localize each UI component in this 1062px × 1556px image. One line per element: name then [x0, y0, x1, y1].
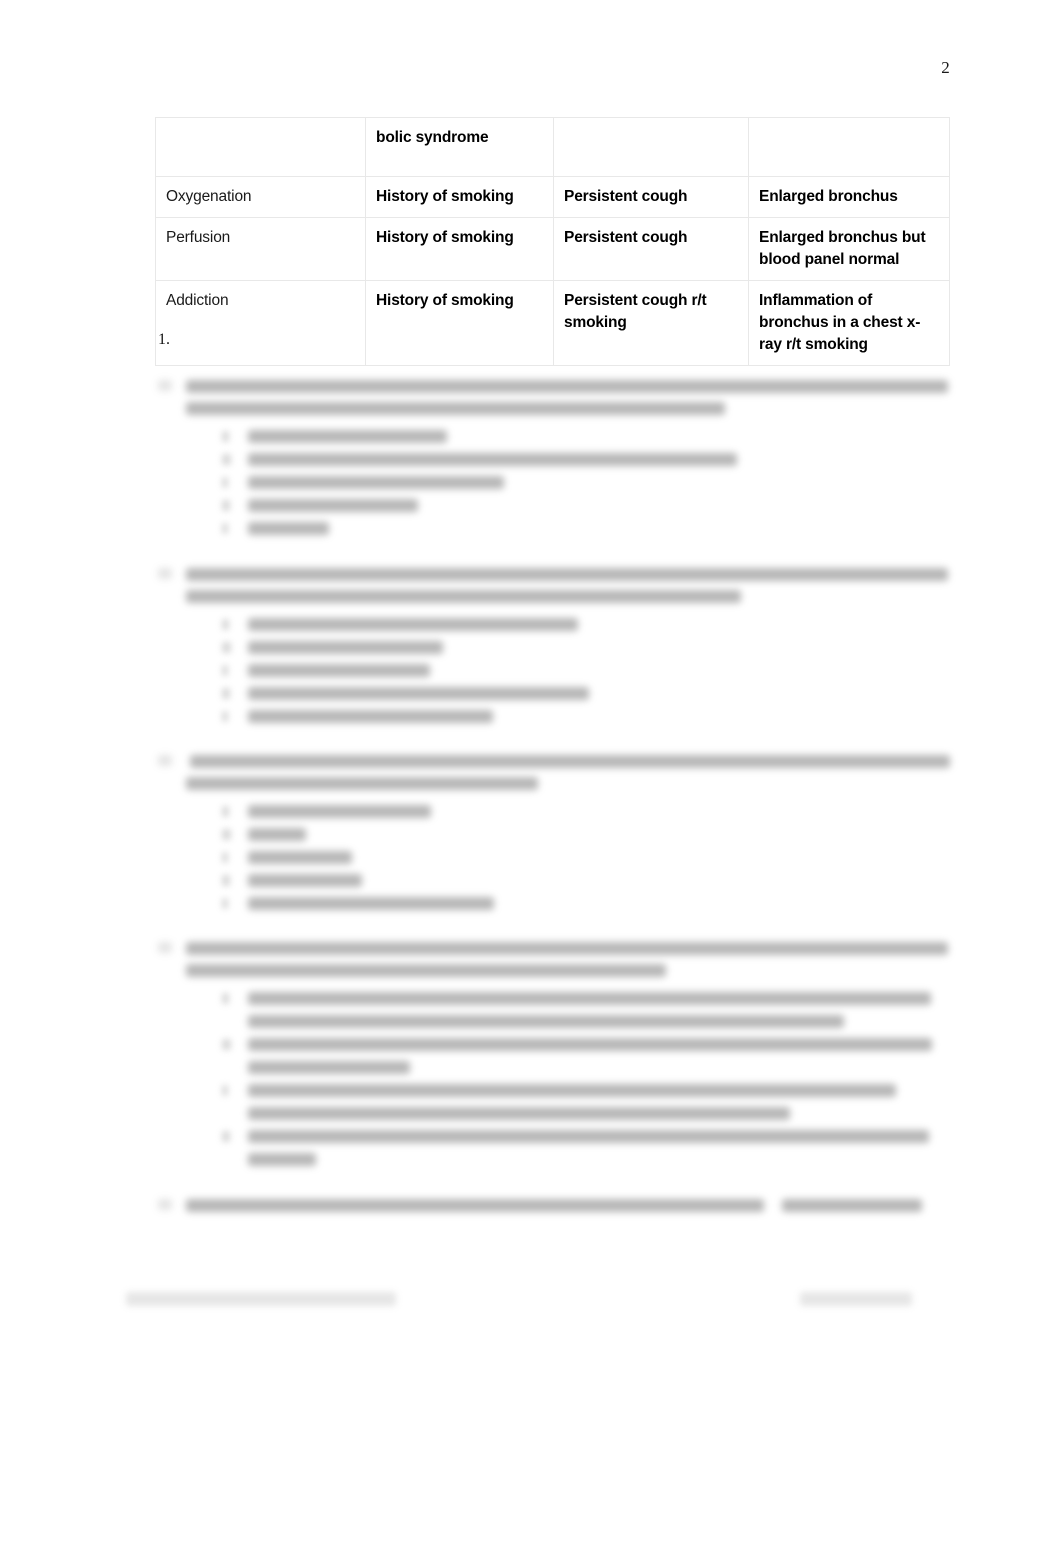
redacted-list-marker — [222, 1039, 231, 1050]
table-row: Addiction History of smoking Persistent … — [155, 280, 950, 366]
redacted-list-marker — [222, 619, 229, 630]
redacted-question-line — [782, 1199, 922, 1212]
document-page: 2 bolic syndrome Oxygenation History of … — [0, 0, 1062, 1556]
redacted-answer-line — [248, 1107, 790, 1120]
redacted-list-marker — [222, 431, 229, 442]
redacted-list-marker — [222, 642, 231, 653]
redacted-answer-line — [248, 687, 589, 700]
table-cell-concept: Perfusion — [155, 217, 366, 281]
redacted-answer-line — [248, 430, 447, 443]
redacted-answer-line — [248, 897, 494, 910]
redacted-list-marker — [222, 806, 229, 817]
redacted-list-marker — [222, 898, 228, 909]
page-number: 2 — [941, 58, 950, 77]
redacted-question-line — [186, 964, 666, 977]
redacted-question-line — [158, 942, 172, 953]
redacted-footer-text — [126, 1292, 396, 1306]
redacted-answer-line — [248, 1084, 896, 1097]
table-cell-concept: Oxygenation — [155, 176, 366, 218]
list-marker: 1. — [158, 331, 170, 348]
redacted-list-marker — [222, 993, 229, 1004]
redacted-question-line — [186, 942, 948, 955]
table-cell-finding — [748, 117, 950, 177]
redacted-answer-line — [248, 874, 362, 887]
table-cell-finding: Enlarged bronchus but blood panel normal — [748, 217, 950, 281]
table-body: bolic syndrome Oxygenation History of sm… — [155, 117, 950, 366]
clinical-concepts-table-wrapper: bolic syndrome Oxygenation History of sm… — [155, 117, 950, 366]
redacted-list-marker — [222, 500, 230, 511]
redacted-footer-text — [800, 1292, 912, 1306]
table-cell-symptom: Persistent cough — [553, 176, 749, 218]
redacted-list-marker — [222, 1085, 228, 1096]
redacted-answer-line — [248, 1130, 929, 1143]
redacted-question-line — [186, 568, 948, 581]
table-row: bolic syndrome — [155, 117, 950, 177]
redacted-question-line — [186, 402, 725, 415]
table-cell-symptom — [553, 117, 749, 177]
redacted-answer-line — [248, 1061, 410, 1074]
redacted-answer-line — [248, 1153, 316, 1166]
table-cell-history: bolic syndrome — [365, 117, 554, 177]
table-cell-finding: Enlarged bronchus — [748, 176, 950, 218]
table-cell-history: History of smoking — [365, 176, 554, 218]
redacted-list-marker — [222, 711, 228, 722]
redacted-question-line — [158, 1199, 172, 1210]
redacted-question-line — [158, 380, 172, 391]
table-cell-symptom: Persistent cough r/t smoking — [553, 280, 749, 366]
table-row: Oxygenation History of smoking Persisten… — [155, 176, 950, 218]
table-cell-history: History of smoking — [365, 280, 554, 366]
redacted-list-marker — [222, 523, 228, 534]
redacted-question-line — [190, 755, 950, 768]
redacted-question-line — [186, 777, 538, 790]
redacted-answer-line — [248, 828, 306, 841]
redacted-answer-line — [248, 522, 329, 535]
redacted-list-marker — [222, 1131, 230, 1142]
redacted-list-marker — [222, 688, 230, 699]
clinical-concepts-table: bolic syndrome Oxygenation History of sm… — [155, 117, 950, 366]
redacted-answer-line — [248, 476, 504, 489]
redacted-list-marker — [222, 852, 228, 863]
table-cell-symptom: Persistent cough — [553, 217, 749, 281]
table-cell-concept — [155, 117, 366, 177]
redacted-answer-line — [248, 992, 931, 1005]
redacted-answer-line — [248, 641, 443, 654]
redacted-list-marker — [222, 875, 230, 886]
redacted-question-line — [186, 1199, 764, 1212]
redacted-list-marker — [222, 829, 231, 840]
redacted-answer-line — [248, 851, 352, 864]
redacted-answer-line — [248, 805, 431, 818]
redacted-answer-line — [248, 1038, 932, 1051]
redacted-question-line — [158, 568, 172, 579]
redacted-question-line — [158, 755, 172, 766]
redacted-list-marker — [222, 454, 231, 465]
redacted-question-line — [186, 380, 948, 393]
redacted-list-marker — [222, 665, 228, 676]
redacted-answer-line — [248, 618, 578, 631]
table-row: Perfusion History of smoking Persistent … — [155, 217, 950, 281]
redacted-answer-line — [248, 664, 430, 677]
table-cell-history: History of smoking — [365, 217, 554, 281]
redacted-question-line — [186, 590, 741, 603]
redacted-answer-line — [248, 453, 737, 466]
table-cell-concept: Addiction — [155, 280, 366, 366]
redacted-answer-line — [248, 1015, 844, 1028]
redacted-answer-line — [248, 499, 418, 512]
redacted-list-marker — [222, 477, 228, 488]
table-cell-finding: Inflammation of bronchus in a chest x-ra… — [748, 280, 950, 366]
redacted-answer-line — [248, 710, 493, 723]
